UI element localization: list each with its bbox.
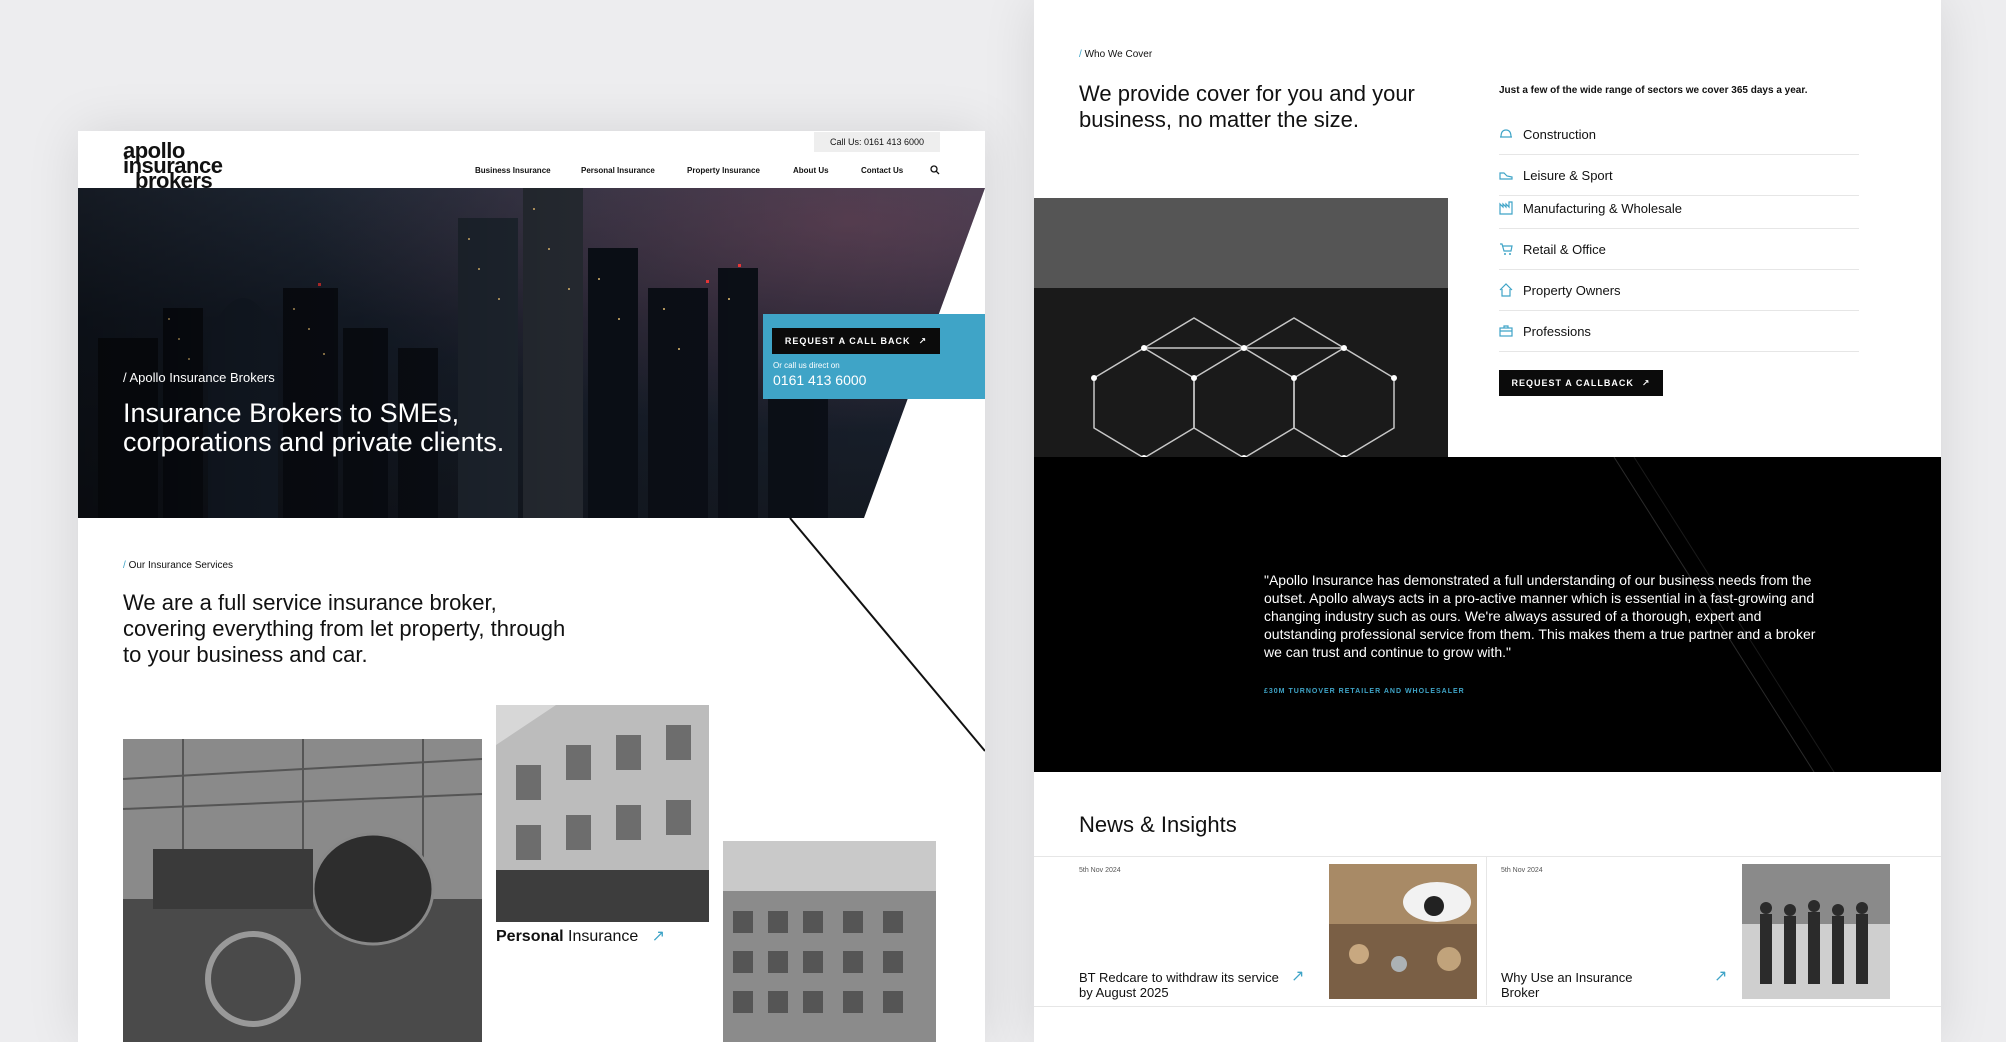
sector-manufacturing-wholesale[interactable]: Manufacturing & Wholesale bbox=[1499, 188, 1859, 229]
sector-label: Professions bbox=[1523, 323, 1591, 339]
sector-property-owners[interactable]: Property Owners bbox=[1499, 270, 1859, 311]
news-column-divider bbox=[1486, 857, 1487, 1005]
homepage-panel: apollo insurance brokers Call Us: 0161 4… bbox=[78, 131, 985, 1042]
briefcase-icon bbox=[1499, 325, 1513, 337]
shoe-icon bbox=[1499, 172, 1513, 180]
cover-lead: We provide cover for you and your busine… bbox=[1079, 81, 1415, 132]
sector-professions[interactable]: Professions bbox=[1499, 311, 1859, 352]
request-callback-button[interactable]: REQUEST A CALLBACK ↗ bbox=[1499, 370, 1663, 396]
industrial-photo[interactable] bbox=[123, 739, 482, 1042]
helmet-icon bbox=[1500, 129, 1512, 138]
sectors-intro: Just a few of the wide range of sectors … bbox=[1499, 85, 1808, 96]
sector-label: Construction bbox=[1523, 126, 1596, 142]
sector-label: Manufacturing & Wholesale bbox=[1523, 200, 1682, 216]
cart-icon bbox=[1500, 243, 1513, 255]
business-people-photo[interactable] bbox=[1742, 864, 1890, 999]
sector-construction[interactable]: Construction bbox=[1499, 114, 1859, 155]
breadcrumb-slash: / bbox=[123, 560, 126, 571]
breadcrumb-label: Who We Cover bbox=[1084, 49, 1153, 60]
services-lead: We are a full service insurance broker, … bbox=[123, 590, 566, 667]
arrow-up-right-icon[interactable]: ↗ bbox=[1714, 966, 1727, 986]
button-label: REQUEST A CALLBACK bbox=[1511, 378, 1634, 388]
news-date: 5th Nov 2024 bbox=[1079, 867, 1121, 874]
news-headline-link[interactable]: BT Redcare to withdraw its service by Au… bbox=[1079, 970, 1289, 1000]
sector-label: Property Owners bbox=[1523, 282, 1621, 298]
houses-photo[interactable] bbox=[496, 705, 709, 922]
card-label-rest: Insurance bbox=[563, 928, 639, 945]
breadcrumb-label: Our Insurance Services bbox=[128, 560, 234, 571]
arrow-up-right-icon: ↗ bbox=[1641, 377, 1651, 388]
cctv-camera-photo[interactable] bbox=[1329, 864, 1477, 999]
testimonial-section: "Apollo Insurance has demonstrated a ful… bbox=[1034, 457, 1941, 772]
news-divider bbox=[1034, 1006, 1941, 1007]
card-label-bold: Personal bbox=[496, 928, 564, 945]
sectors-panel: / Who We Cover We provide cover for you … bbox=[1034, 0, 1941, 1042]
testimonial-quote: "Apollo Insurance has demonstrated a ful… bbox=[1264, 572, 1816, 660]
news-date: 5th Nov 2024 bbox=[1501, 867, 1543, 874]
arrow-up-right-icon[interactable]: ↗ bbox=[1291, 966, 1304, 986]
sector-label: Retail & Office bbox=[1523, 241, 1606, 257]
sector-label: Leisure & Sport bbox=[1523, 167, 1613, 183]
cover-breadcrumb: / Who We Cover bbox=[1079, 49, 1152, 60]
news-divider bbox=[1034, 856, 1941, 857]
testimonial-source: £30M TURNOVER RETAILER AND WHOLESALER bbox=[1264, 688, 1465, 695]
services-breadcrumb: / Our Insurance Services bbox=[123, 560, 233, 571]
factory-icon bbox=[1499, 201, 1513, 215]
news-title: News & Insights bbox=[1079, 812, 1237, 837]
breadcrumb-slash: / bbox=[1079, 49, 1082, 60]
house-icon bbox=[1499, 283, 1513, 297]
sector-retail-office[interactable]: Retail & Office bbox=[1499, 229, 1859, 270]
personal-insurance-link[interactable]: Personal Insurance ↗ bbox=[496, 926, 665, 946]
apartments-photo[interactable] bbox=[723, 841, 936, 1042]
news-headline-link[interactable]: Why Use an Insurance Broker bbox=[1501, 970, 1671, 1000]
arrow-up-right-icon: ↗ bbox=[642, 928, 666, 945]
